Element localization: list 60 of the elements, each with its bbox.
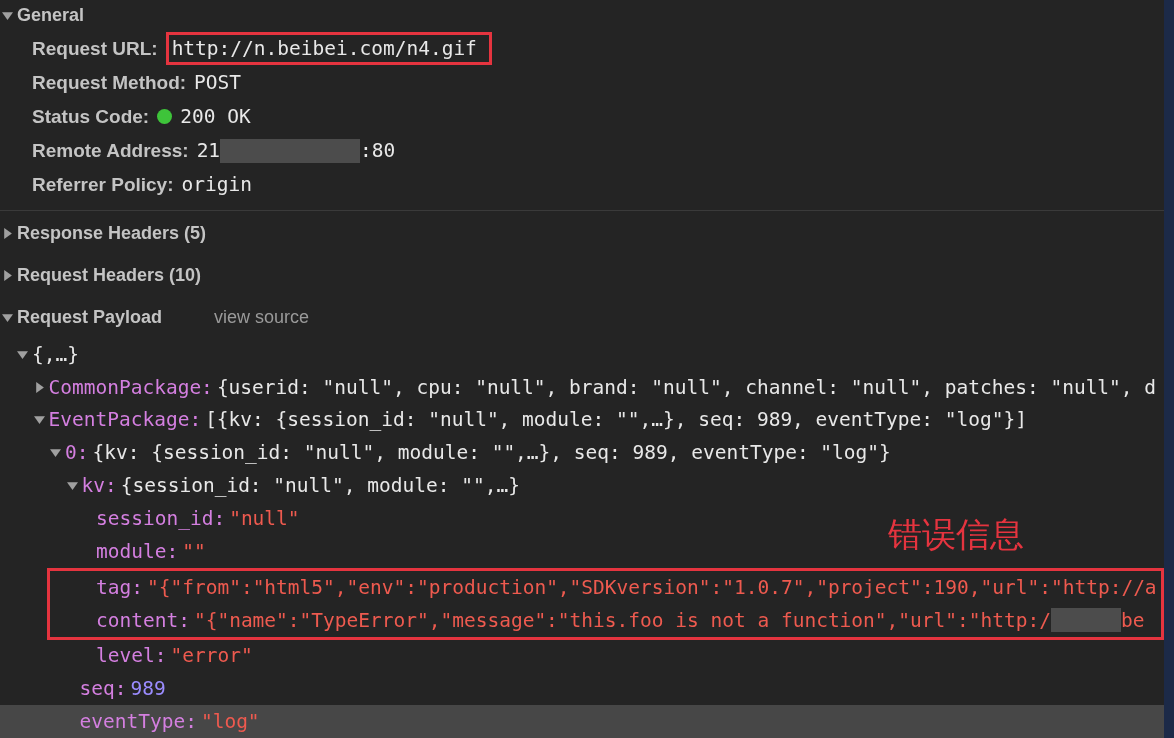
section-title[interactable]: Request Payload bbox=[17, 306, 163, 328]
property-value: "{"name":"TypeError","message":"this.foo is not a function","url":"http:/ be bbox=[193, 608, 1145, 633]
property-key: level: bbox=[96, 644, 167, 668]
property-value: {userid: "null", cpu: "null", brand: "null", channel: "null", patches: "null", d bbox=[216, 375, 1157, 399]
field-value: POST bbox=[194, 71, 242, 95]
field-value: 21 :80 bbox=[196, 138, 396, 163]
field-label: Referrer Policy: bbox=[32, 173, 174, 196]
annotation-label: 错误信息 bbox=[888, 513, 1024, 556]
collapsed-triangle-icon[interactable] bbox=[2, 228, 13, 240]
property-value: "{"from":"html5","env":"production","SDKversion":"1.0.7","project":190,"url":"http://a bbox=[146, 575, 1157, 599]
expanded-triangle-icon[interactable] bbox=[33, 414, 45, 426]
property-key: kv: bbox=[81, 474, 117, 498]
property-value: {,…} bbox=[32, 342, 79, 366]
field-value: 200 OK bbox=[180, 105, 251, 129]
property-value: "" bbox=[182, 539, 206, 563]
property-value: [{kv: {session_id: "null", module: "",…}, seq: 989, eventType: "log"}] bbox=[205, 408, 1027, 432]
expanded-triangle-icon[interactable] bbox=[2, 311, 13, 323]
property-value: {session_id: "null", module: "",…} bbox=[120, 474, 520, 498]
section-title[interactable]: Response Headers (5) bbox=[17, 223, 207, 245]
tree-row[interactable]: session_id: "null" bbox=[0, 502, 300, 535]
expanded-triangle-icon[interactable] bbox=[50, 447, 61, 459]
expanded-triangle-icon[interactable] bbox=[17, 348, 28, 360]
property-key: EventPackage: bbox=[48, 408, 202, 432]
tree-row[interactable]: eventType: "log" bbox=[0, 705, 1164, 738]
field-label: Request Method: bbox=[32, 71, 187, 94]
property-key: CommonPackage: bbox=[48, 375, 213, 399]
tree-row[interactable]: content: "{"name":"TypeError","message":"this.foo is not a function","url":"http:/ be bbox=[50, 603, 1145, 637]
tree-row[interactable]: tag: "{"from":"html5","env":"production","SDKversion":"1.0.7","project":190,"url":"http://a bbox=[50, 570, 1157, 604]
collapsed-triangle-icon[interactable] bbox=[2, 269, 13, 281]
field-label: Status Code: bbox=[32, 105, 150, 128]
property-key: tag: bbox=[96, 575, 143, 599]
expanded-triangle-icon[interactable] bbox=[2, 10, 13, 22]
property-key: session_id: bbox=[96, 506, 226, 530]
property-value: "error" bbox=[170, 644, 253, 668]
tree-row[interactable]: CommonPackage: {userid: "null", cpu: "null", brand: "null", channel: "null", patches: "null", d bbox=[0, 370, 1157, 404]
field-label: Request URL: bbox=[32, 37, 158, 60]
tree-row[interactable]: {,…} bbox=[0, 338, 79, 371]
tree-row[interactable]: module: "" bbox=[0, 534, 206, 568]
property-key: module: bbox=[96, 539, 179, 563]
property-value: 989 bbox=[130, 677, 166, 701]
field-label: Remote Address: bbox=[32, 139, 189, 162]
property-key: eventType: bbox=[79, 710, 197, 734]
property-value: "log" bbox=[200, 710, 260, 734]
expanded-triangle-icon[interactable] bbox=[66, 480, 78, 492]
property-value: "null" bbox=[229, 506, 300, 530]
tree-row[interactable]: kv: {session_id: "null", module: "",…} bbox=[0, 469, 520, 502]
section-title[interactable]: Request Headers (10) bbox=[17, 264, 202, 286]
tree-row[interactable]: level: "error" bbox=[0, 639, 253, 673]
tree-row[interactable]: EventPackage: [{kv: {session_id: "null", module: "",…}, seq: 989, eventType: "log"}] bbox=[0, 403, 1027, 437]
tree-row[interactable]: seq: 989 bbox=[0, 672, 166, 706]
property-key: seq: bbox=[79, 677, 127, 701]
view-source-link[interactable]: view source bbox=[214, 306, 310, 328]
field-value: origin bbox=[181, 173, 252, 197]
property-key: 0: bbox=[65, 441, 89, 465]
property-key: content: bbox=[96, 608, 190, 632]
property-value: {kv: {session_id: "null", module: "",…}, seq: 989, eventType: "log"} bbox=[92, 441, 891, 465]
field-value: http://n.beibei.com/n4.gif bbox=[165, 32, 492, 66]
section-title: General bbox=[17, 5, 85, 27]
collapsed-triangle-icon[interactable] bbox=[33, 381, 45, 393]
tree-row[interactable]: 0: {kv: {session_id: "null", module: "",…}, seq: 989, eventType: "log"} bbox=[0, 436, 891, 470]
